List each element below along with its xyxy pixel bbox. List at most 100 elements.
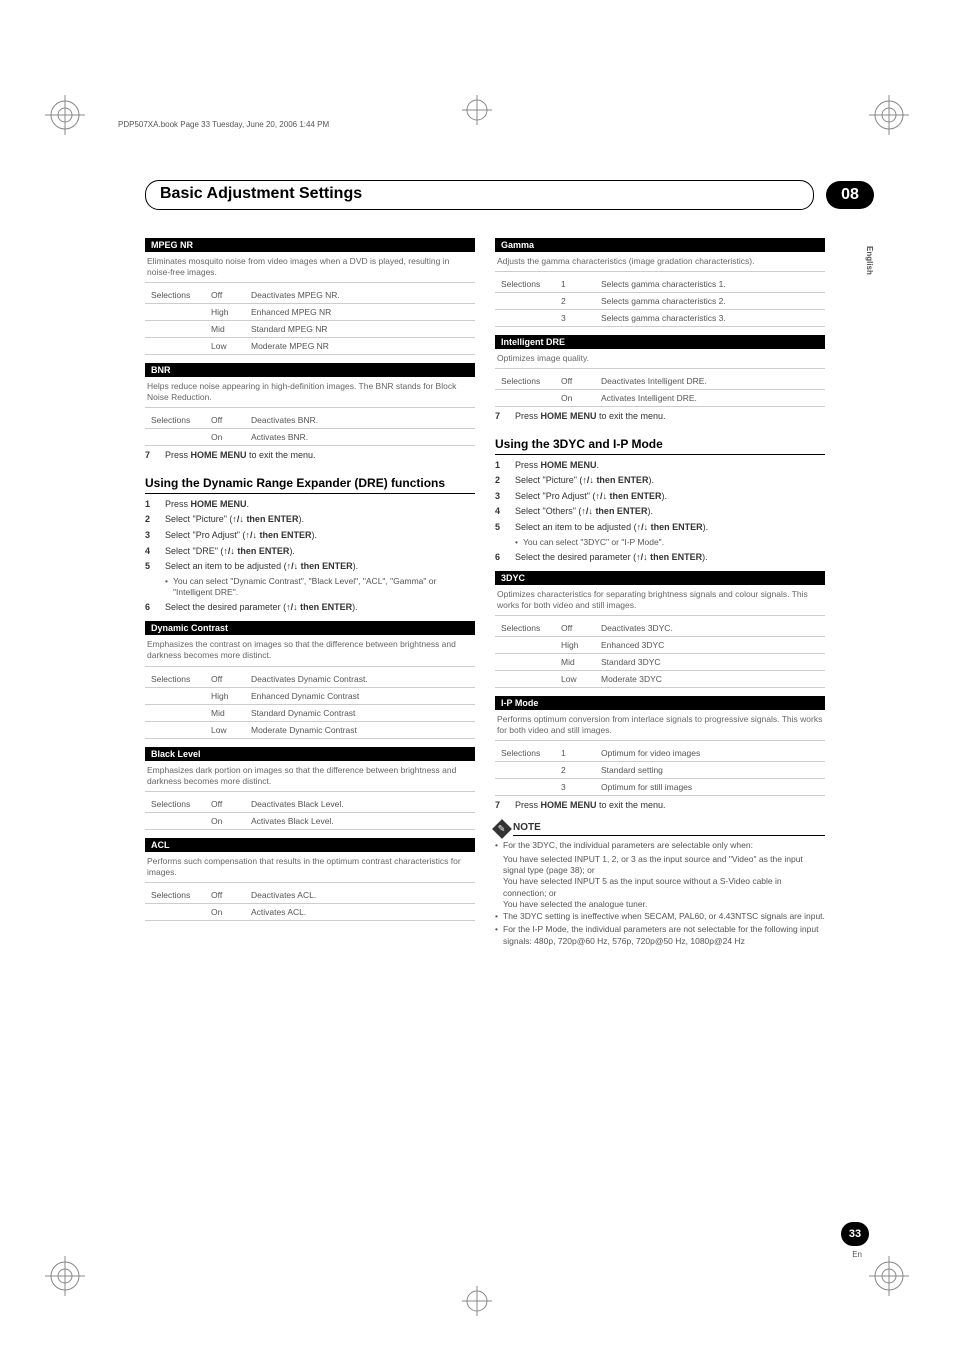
sel-desc: Moderate 3DYC: [595, 671, 825, 688]
note-subitem: You have selected INPUT 1, 2, or 3 as th…: [495, 854, 825, 877]
step-text: Select "Others" (↑/↓ then ENTER).: [515, 505, 653, 518]
sel-value: Off: [555, 620, 595, 637]
sel-label: Selections: [145, 887, 205, 904]
step: 2Select "Picture" (↑/↓ then ENTER).: [145, 513, 475, 526]
step-number: 3: [145, 529, 157, 542]
sel-desc: Optimum for still images: [595, 779, 825, 796]
sel-value: 1: [555, 745, 595, 762]
note-subitem: You have selected the analogue tuner.: [495, 899, 825, 910]
chapter-badge: 08: [826, 181, 874, 209]
section-desc: Adjusts the gamma characteristics (image…: [495, 256, 825, 272]
sel-value: 1: [555, 276, 595, 293]
sel-label: Selections: [145, 796, 205, 813]
right-column: Gamma Adjusts the gamma characteristics …: [495, 230, 825, 949]
section-heading-intelligent-dre: Intelligent DRE: [495, 335, 825, 349]
sel-desc: Activates Black Level.: [245, 812, 475, 829]
sel-value: 3: [555, 310, 595, 327]
sel-value: Off: [205, 287, 245, 304]
step-number: 7: [495, 410, 507, 423]
note-item: For the I-P Mode, the individual paramet…: [495, 924, 825, 947]
sel-label: Selections: [495, 620, 555, 637]
section-heading-gamma: Gamma: [495, 238, 825, 252]
step-number: 4: [495, 505, 507, 518]
fold-mark-icon: [462, 95, 492, 130]
step-number: 4: [145, 545, 157, 558]
step-text: Press HOME MENU to exit the menu.: [515, 410, 666, 423]
title-region: Basic Adjustment Settings 08: [145, 180, 874, 210]
step-text: Select "Pro Adjust" (↑/↓ then ENTER).: [515, 490, 667, 503]
step-number: 6: [145, 601, 157, 614]
step-number: 7: [495, 799, 507, 812]
sel-desc: Deactivates MPEG NR.: [245, 287, 475, 304]
section-heading-mpeg-nr: MPEG NR: [145, 238, 475, 252]
sel-label: Selections: [495, 373, 555, 390]
selections-table: SelectionsOffDeactivates Black Level. On…: [145, 796, 475, 830]
step: 2 Select "Picture" (↑/↓ then ENTER).: [495, 474, 825, 487]
step: 3Select "Pro Adjust" (↑/↓ then ENTER).: [145, 529, 475, 542]
registration-mark-icon: [45, 95, 85, 140]
sel-value: High: [205, 687, 245, 704]
sel-value: Off: [205, 671, 245, 688]
sel-desc: Deactivates Intelligent DRE.: [595, 373, 825, 390]
section-desc: Emphasizes dark portion on images so tha…: [145, 765, 475, 792]
left-column: MPEG NR Eliminates mosquito noise from v…: [145, 230, 475, 949]
section-heading-black-level: Black Level: [145, 747, 475, 761]
section-desc: Emphasizes the contrast on images so tha…: [145, 639, 475, 666]
sel-desc: Selects gamma characteristics 1.: [595, 276, 825, 293]
sel-desc: Deactivates ACL.: [245, 887, 475, 904]
step-number: 1: [145, 498, 157, 511]
note-subitem: You have selected INPUT 5 as the input s…: [495, 876, 825, 899]
step: 1 Press HOME MENU.: [145, 498, 475, 511]
selections-table: Selections1Selects gamma characteristics…: [495, 276, 825, 327]
sel-value: Low: [205, 721, 245, 738]
section-desc: Performs optimum conversion from interla…: [495, 714, 825, 741]
sel-desc: Activates ACL.: [245, 903, 475, 920]
sel-desc: Standard setting: [595, 762, 825, 779]
sel-desc: Activates BNR.: [245, 429, 475, 446]
page-number-badge: 33: [841, 1222, 869, 1246]
step-text: Select the desired parameter (↑/↓ then E…: [165, 601, 358, 614]
sel-desc: Deactivates Black Level.: [245, 796, 475, 813]
step-text: Press HOME MENU to exit the menu.: [515, 799, 666, 812]
step-number: 5: [495, 521, 507, 534]
step-text: Select the desired parameter (↑/↓ then E…: [515, 551, 708, 564]
page-title: Basic Adjustment Settings: [145, 180, 814, 210]
step-number: 5: [145, 560, 157, 573]
section-desc: Eliminates mosquito noise from video ima…: [145, 256, 475, 283]
sel-desc: Standard MPEG NR: [245, 321, 475, 338]
sel-value: Mid: [205, 321, 245, 338]
section-heading-ip-mode: I-P Mode: [495, 696, 825, 710]
sel-desc: Deactivates Dynamic Contrast.: [245, 671, 475, 688]
subsection-heading-3dyc-ip: Using the 3DYC and I-P Mode: [495, 437, 825, 455]
selections-table: SelectionsOffDeactivates Dynamic Contras…: [145, 671, 475, 739]
sel-value: On: [205, 903, 245, 920]
sel-desc: Moderate Dynamic Contrast: [245, 721, 475, 738]
step: 5Select an item to be adjusted (↑/↓ then…: [495, 521, 825, 534]
sel-label: Selections: [495, 276, 555, 293]
sel-value: 2: [555, 293, 595, 310]
sel-desc: Activates Intelligent DRE.: [595, 390, 825, 407]
step-text: Press HOME MENU.: [165, 498, 249, 511]
sel-desc: Enhanced 3DYC: [595, 637, 825, 654]
registration-mark-icon: [869, 95, 909, 140]
step-sub: You can select "3DYC" or "I-P Mode".: [515, 537, 825, 548]
step-number: 2: [495, 474, 507, 487]
sel-desc: Moderate MPEG NR: [245, 338, 475, 355]
sel-value: Low: [555, 671, 595, 688]
step-sub: You can select "Dynamic Contrast", "Blac…: [165, 576, 475, 598]
note-list: For the 3DYC, the individual parameters …: [495, 840, 825, 947]
sel-desc: Optimum for video images: [595, 745, 825, 762]
step: 4Select "DRE" (↑/↓ then ENTER).: [145, 545, 475, 558]
step-text: Press HOME MENU to exit the menu.: [165, 449, 316, 462]
page-lang: En: [852, 1250, 862, 1259]
step: 7 Press HOME MENU to exit the menu.: [145, 449, 475, 462]
sel-desc: Enhanced Dynamic Contrast: [245, 687, 475, 704]
step-text: Press HOME MENU.: [515, 459, 599, 472]
sel-label: Selections: [145, 412, 205, 429]
sel-value: On: [555, 390, 595, 407]
sel-value: High: [205, 304, 245, 321]
step-text: Select "Picture" (↑/↓ then ENTER).: [515, 474, 654, 487]
step-text: Select "Picture" (↑/↓ then ENTER).: [165, 513, 304, 526]
sel-value: High: [555, 637, 595, 654]
sel-value: Mid: [555, 654, 595, 671]
